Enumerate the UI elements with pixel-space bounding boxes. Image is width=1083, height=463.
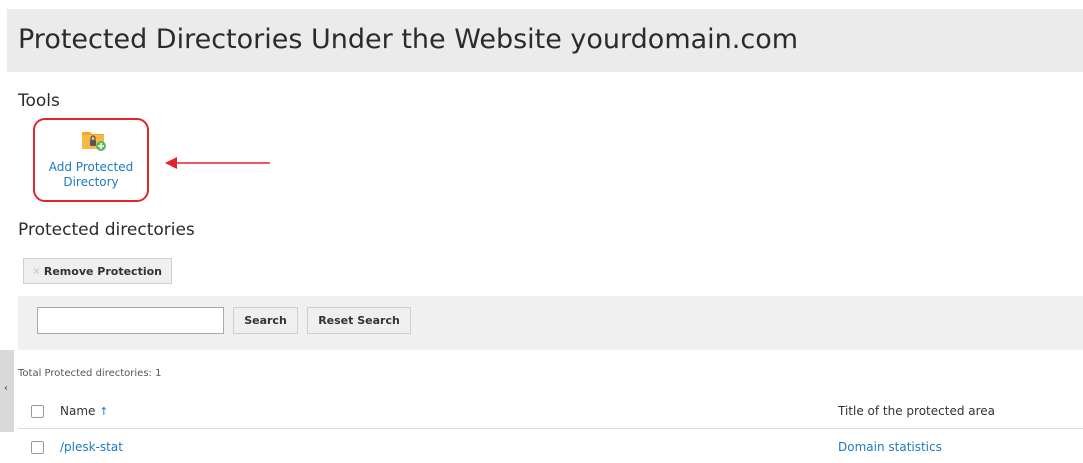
add-protected-directory-button[interactable]: Add Protected Directory	[33, 118, 149, 202]
table-row: /plesk-stat Domain statistics	[18, 432, 1083, 463]
table-header: Name ↑ Title of the protected area	[18, 396, 1083, 429]
page-title: Protected Directories Under the Website …	[18, 24, 799, 55]
side-collapse-tab[interactable]: ‹	[0, 350, 14, 432]
search-button-label[interactable]: Search	[244, 314, 287, 327]
column-header-name[interactable]: Name ↑	[60, 404, 108, 418]
remove-protection-button[interactable]: Remove Protection	[23, 258, 172, 284]
directory-name-link[interactable]: /plesk-stat	[60, 440, 123, 454]
protected-directories-heading: Protected directories	[18, 220, 195, 240]
row-checkbox[interactable]	[31, 441, 44, 454]
search-input[interactable]	[37, 307, 224, 334]
search-button[interactable]: Search	[233, 307, 298, 334]
protected-area-title-link[interactable]: Domain statistics	[838, 440, 942, 454]
page-header: Protected Directories Under the Website …	[7, 9, 1083, 72]
collapse-chevron-icon[interactable]: ‹	[4, 383, 8, 394]
select-all-checkbox[interactable]	[31, 405, 44, 418]
total-count: Total Protected directories: 1	[18, 368, 162, 379]
tools-heading: Tools	[18, 91, 60, 111]
reset-search-button[interactable]: Reset Search	[307, 307, 411, 334]
sort-asc-icon[interactable]: ↑	[99, 405, 108, 418]
column-header-title: Title of the protected area	[838, 404, 996, 418]
annotation-arrow	[165, 157, 270, 169]
folder-lock-add-icon	[82, 132, 106, 151]
column-name-label[interactable]: Name	[60, 404, 95, 418]
reset-search-button-label[interactable]: Reset Search	[318, 314, 400, 327]
remove-protection-label[interactable]: Remove Protection	[44, 265, 162, 278]
search-panel: Search Reset Search	[18, 296, 1083, 350]
add-protected-directory-label[interactable]: Add Protected Directory	[35, 160, 147, 190]
remove-protection-icon	[33, 268, 40, 274]
clipped-header-strip	[0, 0, 1083, 6]
add-label-line-2[interactable]: Directory	[35, 175, 147, 190]
add-label-line-1[interactable]: Add Protected	[35, 160, 147, 175]
